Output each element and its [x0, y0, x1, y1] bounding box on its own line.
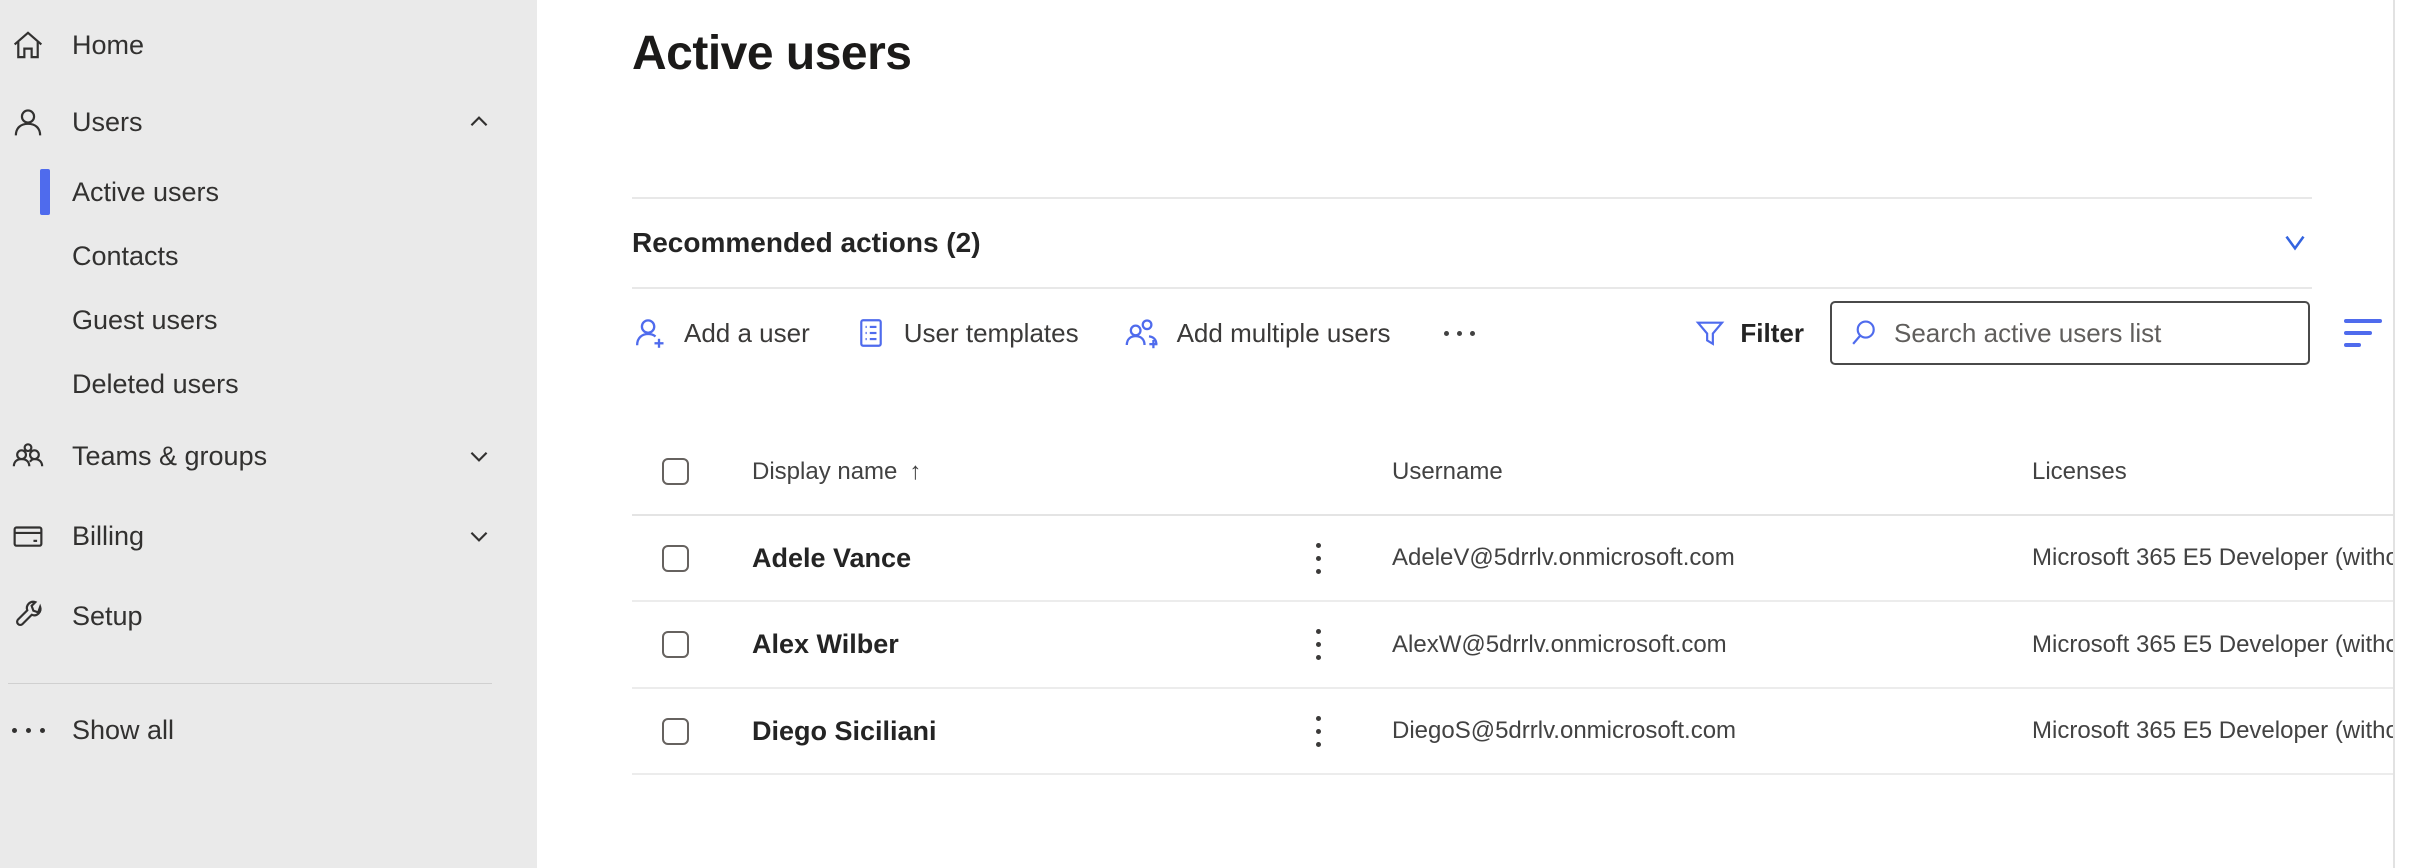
- teams-groups-icon: [8, 436, 48, 476]
- chevron-down-icon[interactable]: [2278, 231, 2312, 255]
- user-templates-label: User templates: [904, 318, 1079, 349]
- sidebar-item-guest-users[interactable]: Guest users: [0, 288, 537, 352]
- sort-ascending-icon: ↑: [909, 458, 921, 485]
- template-list-icon: [854, 316, 888, 350]
- more-vertical-icon[interactable]: [1310, 543, 1342, 574]
- user-username: DiegoS@5drrlv.onmicrosoft.com: [1392, 717, 2032, 745]
- sidebar-item-active-users[interactable]: Active users: [0, 160, 537, 224]
- sidebar-item-show-all[interactable]: Show all: [0, 700, 537, 760]
- sidebar-item-label: Guest users: [72, 305, 218, 336]
- more-vertical-icon[interactable]: [1310, 716, 1342, 747]
- search-box: [1830, 301, 2310, 365]
- user-licenses: Microsoft 365 E5 Developer (withou: [2032, 544, 2393, 572]
- sidebar-item-label: Billing: [72, 521, 464, 552]
- selected-indicator: [40, 169, 50, 215]
- page-title: Active users: [632, 26, 2412, 82]
- row-checkbox[interactable]: [662, 718, 689, 745]
- user-display-name[interactable]: Adele Vance: [752, 543, 1310, 574]
- sidebar-item-billing[interactable]: Billing: [0, 496, 537, 576]
- user-licenses: Microsoft 365 E5 Developer (withou: [2032, 631, 2393, 659]
- sidebar-item-label: Users: [72, 107, 464, 138]
- home-icon: [8, 25, 48, 65]
- add-user-button[interactable]: Add a user: [632, 315, 810, 351]
- main-content: Active users Recommended actions (2): [537, 0, 2412, 868]
- active-users-table: Display name↑ Username Licenses Adele Va…: [632, 429, 2393, 775]
- row-checkbox[interactable]: [662, 631, 689, 658]
- chevron-down-icon: [464, 521, 494, 551]
- command-bar: Add a user User te: [632, 289, 2388, 377]
- search-input[interactable]: [1894, 318, 2292, 349]
- billing-icon: [8, 516, 48, 556]
- person-add-icon: [632, 315, 668, 351]
- table-header-row: Display name↑ Username Licenses: [632, 429, 2393, 516]
- user-display-name[interactable]: Diego Siciliani: [752, 716, 1310, 747]
- sidebar-item-setup[interactable]: Setup: [0, 576, 537, 656]
- people-add-icon: [1123, 315, 1161, 351]
- sidebar-item-label: Show all: [72, 715, 494, 746]
- sidebar-item-deleted-users[interactable]: Deleted users: [0, 352, 537, 416]
- chevron-down-icon: [464, 441, 494, 471]
- filter-button[interactable]: Filter: [1694, 317, 1804, 349]
- filter-funnel-icon: [1694, 317, 1726, 349]
- user-username: AdeleV@5drrlv.onmicrosoft.com: [1392, 544, 2032, 572]
- column-header-licenses[interactable]: Licenses: [2032, 458, 2393, 486]
- sidebar-item-label: Deleted users: [72, 369, 239, 400]
- sidebar-item-label: Teams & groups: [72, 441, 464, 472]
- scrollbar-track[interactable]: [2393, 0, 2395, 868]
- column-header-display-name[interactable]: Display name↑: [752, 458, 1310, 486]
- admin-center-page: Home Users Active users Contacts: [0, 0, 2412, 868]
- setup-wrench-icon: [8, 596, 48, 636]
- user-username: AlexW@5drrlv.onmicrosoft.com: [1392, 631, 2032, 659]
- add-multiple-users-label: Add multiple users: [1177, 318, 1391, 349]
- table-row[interactable]: Diego Siciliani DiegoS@5drrlv.onmicrosof…: [632, 689, 2393, 775]
- sidebar-item-home[interactable]: Home: [0, 6, 537, 84]
- filter-label: Filter: [1740, 318, 1804, 349]
- user-display-name[interactable]: Alex Wilber: [752, 629, 1310, 660]
- add-user-label: Add a user: [684, 318, 810, 349]
- sidebar-item-label: Home: [72, 30, 494, 61]
- more-commands-button[interactable]: [1434, 321, 1485, 346]
- search-icon: [1848, 317, 1880, 349]
- filter-lines-icon[interactable]: [2338, 313, 2388, 353]
- sidebar: Home Users Active users Contacts: [0, 0, 537, 868]
- table-row[interactable]: Adele Vance AdeleV@5drrlv.onmicrosoft.co…: [632, 516, 2393, 602]
- recommended-actions-toggle[interactable]: Recommended actions (2): [632, 199, 2312, 287]
- sidebar-item-label: Contacts: [72, 241, 179, 272]
- chevron-up-icon: [464, 107, 494, 137]
- more-horizontal-icon: [8, 710, 48, 750]
- more-vertical-icon[interactable]: [1310, 629, 1342, 660]
- sidebar-item-contacts[interactable]: Contacts: [0, 224, 537, 288]
- table-row[interactable]: Alex Wilber AlexW@5drrlv.onmicrosoft.com…: [632, 602, 2393, 689]
- sidebar-item-label: Setup: [72, 601, 494, 632]
- user-templates-button[interactable]: User templates: [854, 316, 1079, 350]
- sidebar-item-users[interactable]: Users: [0, 84, 537, 160]
- sidebar-item-teams-groups[interactable]: Teams & groups: [0, 416, 537, 496]
- sidebar-item-label: Active users: [72, 177, 219, 208]
- user-licenses: Microsoft 365 E5 Developer (withou: [2032, 717, 2393, 745]
- column-header-username[interactable]: Username: [1392, 458, 2032, 486]
- select-all-checkbox[interactable]: [662, 458, 689, 485]
- users-icon: [8, 102, 48, 142]
- add-multiple-users-button[interactable]: Add multiple users: [1123, 315, 1391, 351]
- row-checkbox[interactable]: [662, 545, 689, 572]
- sidebar-divider: [8, 683, 492, 684]
- recommended-actions-label: Recommended actions (2): [632, 227, 981, 259]
